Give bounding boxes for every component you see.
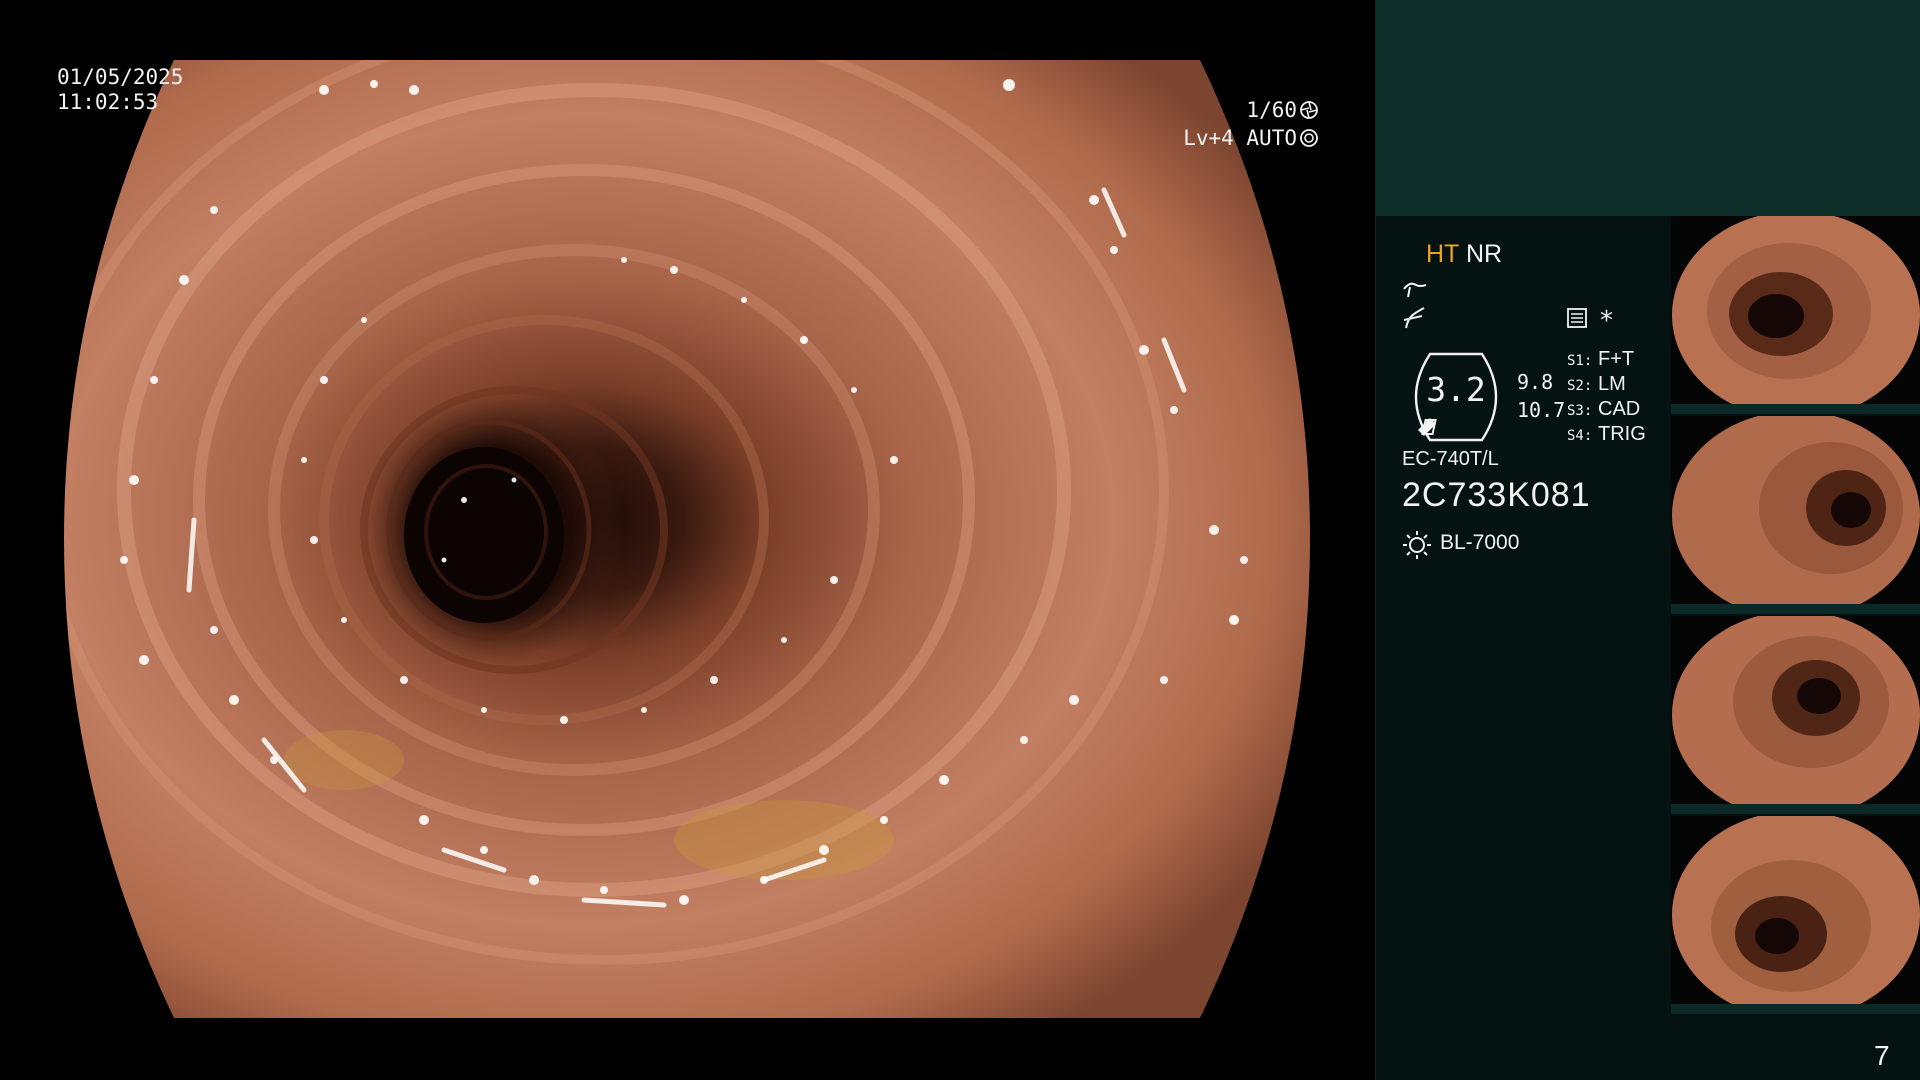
endoscopic-view: 01/05/2025 11:02:53 1/60 Lv+4 AUTO <box>0 0 1375 1080</box>
scope-model: EC-740T/L <box>1402 448 1499 470</box>
capture-thumbnail-list <box>1671 216 1920 1016</box>
light-source-icon <box>1403 531 1431 559</box>
capture-thumbnail[interactable] <box>1671 416 1920 614</box>
info-panel: HT NR * 3.2 9.8 10.7 S1: F+T S2: LM S3: … <box>1375 0 1920 1080</box>
dial-secondary-value-bottom: 10.7 <box>1517 398 1566 422</box>
switch-value: TRIG <box>1598 423 1646 445</box>
scope-serial-number: 2C733K081 <box>1402 476 1591 514</box>
panel-header-block <box>1376 0 1920 216</box>
dial-secondary-value-top: 9.8 <box>1517 370 1554 394</box>
capture-thumbnail[interactable] <box>1671 216 1920 414</box>
thumbnail-image <box>1671 816 1920 1014</box>
switch-value: F+T <box>1598 348 1635 370</box>
switch-row: S3: CAD <box>1567 398 1646 423</box>
switch-key: S1: <box>1567 353 1593 369</box>
switch-row: S4: TRIG <box>1567 423 1646 448</box>
iris-value: Lv+4 AUTO <box>1183 126 1297 150</box>
contrast-curve-icon <box>1403 282 1427 298</box>
endoscope-monitor: 01/05/2025 11:02:53 1/60 Lv+4 AUTO HT NR <box>0 0 1920 1080</box>
capture-settings-icon <box>1567 308 1587 328</box>
thumbnail-image <box>1671 416 1920 614</box>
exam-time: 11:02:53 <box>57 90 159 114</box>
exam-date: 01/05/2025 <box>57 65 184 89</box>
thumbnail-image <box>1671 216 1920 414</box>
switch-row: S2: LM <box>1567 373 1646 398</box>
endoscopic-image <box>64 60 1310 1018</box>
enhancement-dial-value: 3.2 <box>1426 370 1486 409</box>
iris-icon <box>1300 129 1318 147</box>
shutter-speed-value: 1/60 <box>1246 98 1297 122</box>
capture-thumbnail[interactable] <box>1671 816 1920 1014</box>
thumbnail-image <box>1671 616 1920 814</box>
asterisk-indicator: * <box>1600 306 1613 336</box>
ht-label: HT <box>1426 240 1460 268</box>
scope-switch-list: S1: F+T S2: LM S3: CAD S4: TRIG <box>1567 348 1646 448</box>
switch-key: S2: <box>1567 378 1593 394</box>
switch-row: S1: F+T <box>1567 348 1646 373</box>
page-number: 7 <box>1874 1040 1890 1071</box>
switch-key: S3: <box>1567 403 1593 419</box>
iris-indicator: Lv+4 AUTO <box>1183 126 1319 150</box>
structure-enhance-icon <box>1403 307 1425 329</box>
switch-value: CAD <box>1598 398 1641 420</box>
capture-thumbnail[interactable] <box>1671 616 1920 814</box>
shutter-speed-indicator: 1/60 <box>1246 98 1319 122</box>
shutter-icon <box>1300 101 1318 119</box>
nr-label: NR <box>1466 240 1503 268</box>
light-source-model: BL-7000 <box>1440 531 1520 554</box>
switch-key: S4: <box>1567 428 1593 444</box>
switch-value: LM <box>1598 373 1626 395</box>
